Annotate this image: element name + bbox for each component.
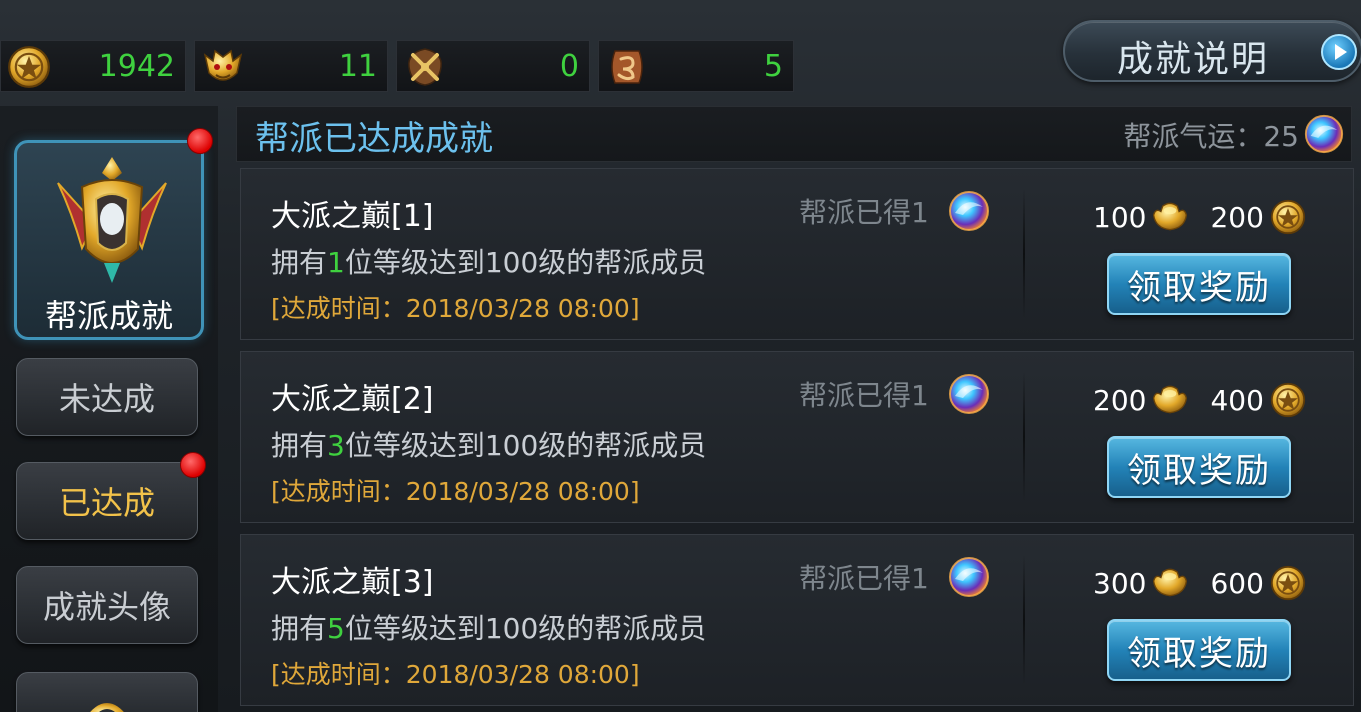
tab-incomplete[interactable]: 未达成 [16,358,198,436]
reward-coin-amount: 600 [1210,566,1264,600]
achievement-card: 大派之巅[2] 拥有3位等级达到100级的帮派成员 [达成时间：2018/03/… [240,351,1354,523]
achievement-name: 大派之巅[2] [271,382,434,417]
claim-reward-button[interactable]: 领取奖励 [1107,619,1291,681]
divider [1023,372,1025,502]
notification-badge [180,452,206,478]
achievement-name: 大派之巅[3] [271,565,434,600]
coin-medal-icon [1268,382,1308,418]
achievement-name: 大派之巅[1] [271,199,434,234]
reward-row: 200 400 [1093,380,1308,420]
tab-label: 未达成 [58,380,155,418]
achievement-help-button[interactable]: 成就说明 [1063,20,1361,82]
reward-ingot-amount: 200 [1093,383,1147,417]
luck-orb-icon [947,189,991,233]
currency-demon: 11 [194,40,388,92]
achievement-time: [达成时间：2018/03/28 08:00] [271,477,640,506]
achievement-card: 大派之巅[3] 拥有5位等级达到100级的帮派成员 [达成时间：2018/03/… [240,534,1354,706]
crest-icon [90,703,124,712]
gold-ingot-icon [1150,199,1190,235]
claim-reward-button[interactable]: 领取奖励 [1107,253,1291,315]
guild-obtained-label: 帮派已得1 [799,379,929,412]
guild-crest-icon [57,157,167,283]
reward-row: 300 600 [1093,563,1308,603]
play-arrow-icon [1321,34,1357,70]
demon-mask-icon [203,49,243,81]
currency-value: 0 [559,48,579,84]
dragon-token-icon [611,50,643,84]
achievement-time: [达成时间：2018/03/28 08:00] [271,660,640,689]
tab-label: 已达成 [58,484,155,522]
claim-reward-button[interactable]: 领取奖励 [1107,436,1291,498]
sidebar: 帮派成就 未达成 已达成 成就头像 [0,106,218,712]
reward-coin-amount: 400 [1210,383,1264,417]
page-title: 帮派已达成成就 [255,119,493,159]
luck-orb-icon [947,555,991,599]
currency-value: 11 [338,48,377,84]
divider [1023,555,1025,685]
currency-value: 1942 [98,48,175,84]
achievement-time: [达成时间：2018/03/28 08:00] [271,294,640,323]
currency-swords: 0 [396,40,590,92]
tab-achievement-avatar[interactable]: 成就头像 [16,566,198,644]
currency-dragon: 5 [598,40,794,92]
gold-ingot-icon [1150,565,1190,601]
crossed-swords-icon [408,48,442,86]
guild-luck-label: 帮派气运：25 [1123,120,1299,153]
divider [1023,189,1025,319]
reward-ingot-amount: 100 [1093,200,1147,234]
coin-medal-icon [1268,565,1308,601]
content-header: 帮派已达成成就 帮派气运：25 [236,106,1352,162]
guild-obtained-label: 帮派已得1 [799,196,929,229]
gold-ingot-icon [1150,382,1190,418]
achievement-desc: 拥有5位等级达到100级的帮派成员 [271,612,707,645]
coin-medal-icon [1268,199,1308,235]
reward-coin-amount: 200 [1210,200,1264,234]
guild-obtained-label: 帮派已得1 [799,562,929,595]
main-tab-label: 帮派成就 [44,297,173,335]
currency-bar: 1942 11 0 5 [0,40,800,92]
luck-orb-icon [1303,113,1345,155]
luck-orb-icon [947,372,991,416]
achievement-desc: 拥有3位等级达到100级的帮派成员 [271,429,707,462]
reward-ingot-amount: 300 [1093,566,1147,600]
achievement-desc: 拥有1位等级达到100级的帮派成员 [271,246,707,279]
reward-row: 100 200 [1093,197,1308,237]
notification-badge [187,128,213,154]
currency-value: 5 [763,48,783,84]
achievement-card: 大派之巅[1] 拥有1位等级达到100级的帮派成员 [达成时间：2018/03/… [240,168,1354,340]
tab-label: 成就头像 [42,588,171,626]
currency-coin: 1942 [0,40,186,92]
coin-medal-icon [7,45,51,89]
tab-guild-achievement[interactable]: 帮派成就 [14,140,204,340]
tab-more[interactable] [16,672,198,712]
tab-completed[interactable]: 已达成 [16,462,198,540]
help-button-label: 成就说明 [1117,39,1270,80]
